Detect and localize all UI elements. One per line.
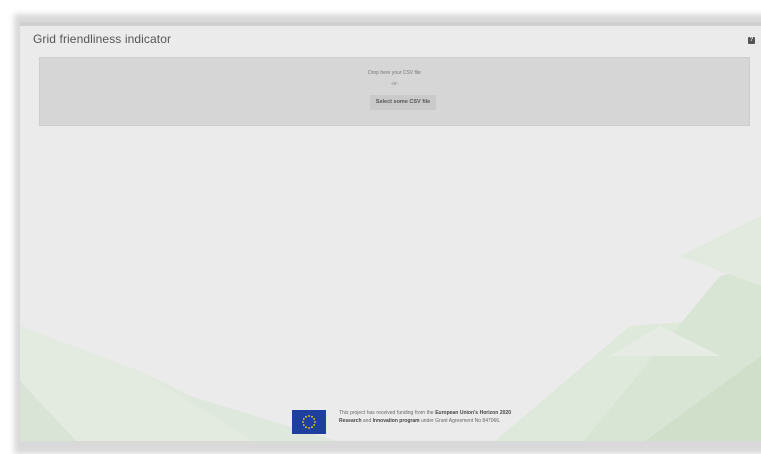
csv-dropzone[interactable]: Drop here your CSV file -or- Select some…	[39, 57, 750, 126]
eu-flag-icon	[292, 410, 326, 434]
drop-separator: -or-	[390, 81, 399, 87]
title-bar: Grid friendliness indicator ?	[20, 26, 761, 52]
help-icon[interactable]: ?	[748, 37, 755, 44]
window-title: Grid friendliness indicator	[33, 32, 172, 46]
drop-instruction: Drop here your CSV file	[368, 70, 421, 76]
select-csv-button[interactable]: Select some CSV file	[370, 95, 436, 110]
funding-footer: This project has received funding from t…	[292, 408, 532, 436]
app-window: Grid friendliness indicator ? Drop here …	[20, 22, 761, 441]
funding-text: This project has received funding from t…	[339, 410, 511, 424]
